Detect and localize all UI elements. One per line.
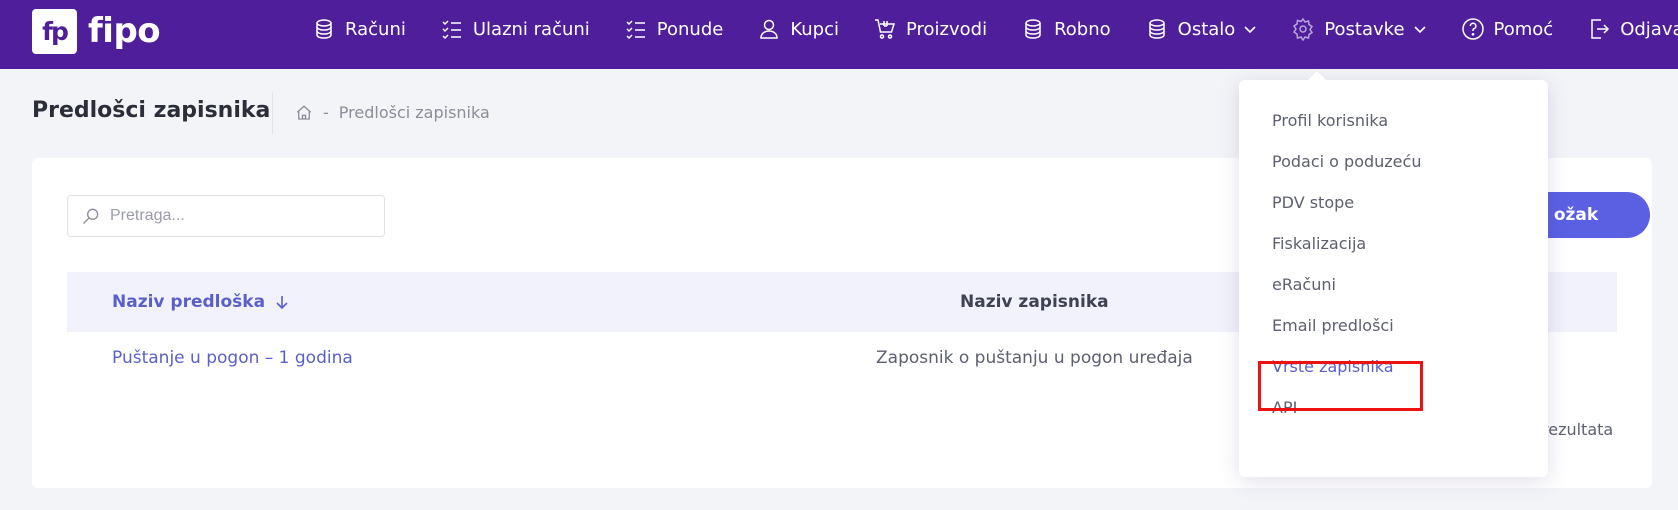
menu-item-podaci-o-poduzecu[interactable]: Podaci o poduzeću <box>1272 152 1421 171</box>
search-icon <box>83 208 99 224</box>
main-nav: Računi Ulazni računi Ponude Kupci Proizv… <box>312 0 1678 58</box>
menu-item-pdv-stope[interactable]: PDV stope <box>1272 193 1354 212</box>
logout-icon <box>1591 19 1610 39</box>
nav-item-proizvodi[interactable]: Proizvodi <box>873 17 987 41</box>
checklist-icon <box>626 20 645 40</box>
highlight-box <box>1258 361 1423 411</box>
title-divider <box>272 92 273 134</box>
menu-item-eracuni[interactable]: eRačuni <box>1272 275 1336 294</box>
nav-item-ostalo[interactable]: Ostalo <box>1145 17 1258 41</box>
logo-text: fipo <box>88 11 161 51</box>
nav-item-racuni[interactable]: Računi <box>312 17 406 41</box>
table-cell-naziv-zapisnika: Zaposnik o puštanju u pogon uređaja <box>876 348 1193 368</box>
page-title: Predlošci zapisnika <box>32 98 271 123</box>
search-box <box>67 195 385 237</box>
nav-item-ulazni-racuni[interactable]: Ulazni računi <box>440 17 590 41</box>
nav-item-ponude[interactable]: Ponude <box>624 17 724 41</box>
logo-mark: fp <box>32 8 77 54</box>
nav-label: Pomoć <box>1493 18 1554 40</box>
column-header-naziv-predloska[interactable]: Naziv predloška <box>112 292 290 312</box>
nav-label: Robno <box>1054 18 1111 40</box>
nav-label: Kupci <box>790 18 839 40</box>
nav-label: Odjava <box>1620 18 1678 40</box>
nav-item-pomoc[interactable]: Pomoć <box>1461 17 1554 41</box>
help-icon <box>1461 18 1484 40</box>
home-icon[interactable] <box>295 104 313 122</box>
nav-item-odjava[interactable]: Odjava <box>1587 17 1678 41</box>
logo[interactable]: fp fipo <box>32 8 161 54</box>
breadcrumb: - Predlošci zapisnika <box>295 103 490 122</box>
nav-label: Proizvodi <box>905 18 988 40</box>
chevron-down-icon <box>1244 26 1256 34</box>
coins-icon <box>316 19 332 39</box>
top-navbar: fp fipo Računi Ulazni računi Ponude Kupc… <box>0 0 1678 69</box>
menu-item-email-predlosci[interactable]: Email predlošci <box>1272 316 1394 335</box>
column-header-naziv-zapisnika[interactable]: Naziv zapisnika <box>960 292 1109 312</box>
add-button-label: ožak <box>1553 205 1599 225</box>
coins-icon <box>1148 19 1165 39</box>
nav-label: Računi <box>345 18 406 40</box>
nav-label: Postavke <box>1324 18 1405 40</box>
arrow-down-icon <box>276 296 288 310</box>
nav-label: Ulazni računi <box>472 18 590 40</box>
nav-item-postavke[interactable]: Postavke <box>1291 17 1426 41</box>
cart-icon <box>874 19 896 39</box>
nav-item-robno[interactable]: Robno <box>1021 17 1111 41</box>
menu-item-fiskalizacija[interactable]: Fiskalizacija <box>1272 234 1366 253</box>
search-input[interactable] <box>110 207 380 225</box>
breadcrumb-current: Predlošci zapisnika <box>338 103 490 122</box>
user-icon <box>760 19 779 39</box>
breadcrumb-separator: - <box>323 103 329 122</box>
results-count: rezultata <box>1542 420 1614 439</box>
nav-label: Ponude <box>656 18 724 40</box>
table-cell-naziv-predloska[interactable]: Puštanje u pogon – 1 godina <box>112 348 353 368</box>
gear-icon <box>1293 17 1314 41</box>
nav-item-kupci[interactable]: Kupci <box>757 17 839 41</box>
coins-icon <box>1025 19 1041 39</box>
settings-dropdown-menu: Profil korisnika Podaci o poduzeću PDV s… <box>1239 71 1548 477</box>
column-label: Naziv predloška <box>112 292 266 312</box>
checklist-icon <box>442 20 461 40</box>
chevron-down-icon <box>1413 26 1426 34</box>
menu-item-profil-korisnika[interactable]: Profil korisnika <box>1272 111 1388 130</box>
nav-label: Ostalo <box>1177 18 1236 40</box>
